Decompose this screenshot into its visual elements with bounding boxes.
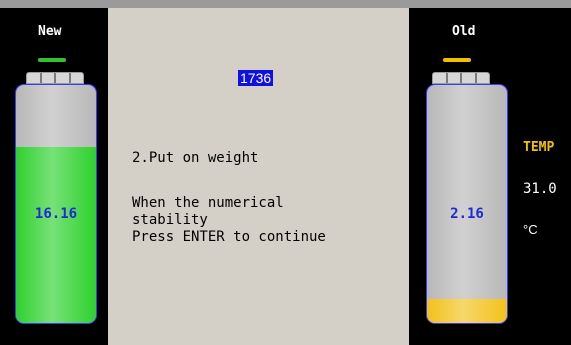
old-cylinder-cap — [432, 72, 490, 84]
new-cylinder-cap — [26, 72, 84, 84]
temp-label: TEMP — [523, 140, 555, 155]
new-value: 16.16 — [34, 206, 78, 222]
new-cylinder-gauge — [15, 84, 97, 324]
old-title: Old — [452, 24, 476, 39]
new-status-indicator — [38, 58, 66, 62]
counter-value: 1736 — [238, 70, 274, 86]
new-title: New — [38, 24, 62, 39]
temp-value: 31.0 — [523, 181, 557, 197]
message-line-3: Press ENTER to continue — [132, 229, 326, 245]
top-bar — [0, 0, 571, 8]
message-line-1: When the numerical — [132, 195, 284, 211]
message-line-2: stability — [132, 212, 208, 228]
old-status-indicator — [443, 58, 471, 62]
temp-unit: °C — [523, 222, 538, 237]
old-value: 2.16 — [450, 206, 484, 222]
old-cylinder-gauge — [426, 84, 508, 324]
step-instruction: 2.Put on weight — [132, 150, 259, 166]
instruction-panel — [108, 8, 409, 345]
